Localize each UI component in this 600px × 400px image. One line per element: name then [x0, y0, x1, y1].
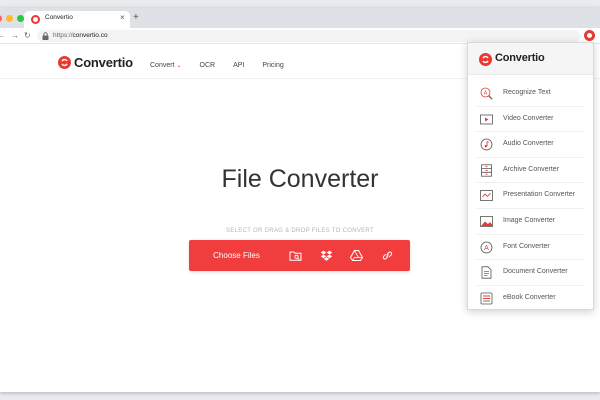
tab-close-icon[interactable]: × [120, 13, 125, 23]
nav-ocr[interactable]: OCR [200, 62, 216, 69]
lock-icon [42, 32, 49, 40]
browser-window: Convertio × + ← → ↻ https://convertio.co [0, 8, 600, 392]
presentation-icon [480, 190, 493, 202]
font-icon: A [480, 241, 493, 253]
extension-popup-menu: Convertio A Recognize Text Video Convert… [467, 42, 594, 310]
popup-logo-text: Convertio [495, 52, 545, 64]
svg-text:A: A [484, 91, 488, 97]
document-icon [481, 266, 492, 279]
convertio-favicon-icon [31, 15, 40, 24]
menu-item-label: Image Converter [503, 216, 556, 224]
menu-item-label: Presentation Converter [503, 191, 575, 199]
menu-item-label: eBook Converter [503, 293, 556, 301]
menu-item-audio-converter[interactable]: Audio Converter [476, 132, 585, 158]
menu-item-label: Document Converter [503, 268, 568, 276]
forward-button[interactable]: → [11, 30, 19, 42]
tab-strip: Convertio × + [0, 8, 600, 28]
popup-menu-list: A Recognize Text Video Converter Audio C… [468, 81, 593, 311]
menu-item-ebook-converter[interactable]: eBook Converter [476, 286, 585, 312]
menu-item-label: Recognize Text [503, 89, 551, 96]
menu-item-label: Video Converter [503, 114, 554, 122]
site-logo[interactable]: Convertio [58, 55, 133, 70]
menu-item-presentation-converter[interactable]: Presentation Converter [476, 183, 585, 209]
menu-item-image-converter[interactable]: Image Converter [476, 209, 585, 235]
url-host: convertio.co [72, 32, 108, 39]
url-text: https://convertio.co [53, 32, 108, 40]
logo-text: Convertio [74, 55, 133, 70]
image-icon [480, 216, 493, 227]
menu-item-label: Audio Converter [503, 140, 554, 148]
video-icon [480, 114, 493, 124]
tab-title: Convertio [45, 14, 73, 21]
close-window-button[interactable] [0, 15, 2, 22]
nav-pricing[interactable]: Pricing [262, 62, 283, 69]
google-drive-icon[interactable] [350, 249, 363, 262]
menu-item-archive-converter[interactable]: Archive Converter [476, 158, 585, 184]
menu-item-label: Font Converter [503, 242, 550, 250]
address-bar[interactable]: https://convertio.co [37, 30, 580, 42]
nav-convert[interactable]: Convert ⌄ [150, 62, 182, 69]
menu-item-recognize-text[interactable]: A Recognize Text [476, 81, 585, 107]
nav-convert-label: Convert [150, 62, 175, 69]
upload-bar: Choose Files [189, 240, 410, 271]
new-tab-button[interactable]: + [133, 12, 139, 24]
archive-icon [481, 164, 492, 177]
nav-api[interactable]: API [233, 62, 244, 69]
menu-item-document-converter[interactable]: Document Converter [476, 260, 585, 286]
audio-icon [480, 138, 493, 151]
convertio-extension-icon[interactable] [584, 30, 595, 41]
menu-item-label: Archive Converter [503, 165, 560, 173]
menu-item-video-converter[interactable]: Video Converter [476, 107, 585, 133]
popup-header: Convertio [468, 43, 593, 75]
url-scheme: https:// [53, 32, 73, 39]
menu-item-font-converter[interactable]: A Font Converter [476, 235, 585, 261]
ebook-icon [480, 292, 493, 305]
dropbox-icon[interactable] [320, 249, 333, 262]
convertio-logo-icon [58, 56, 71, 69]
back-button[interactable]: ← [0, 30, 5, 42]
convertio-logo-icon [479, 53, 492, 66]
window-controls [0, 15, 24, 22]
url-link-icon[interactable] [381, 249, 394, 262]
folder-search-icon[interactable] [289, 249, 302, 262]
minimize-window-button[interactable] [6, 15, 13, 22]
chevron-down-icon: ⌄ [176, 63, 182, 69]
magnifier-icon: A [480, 87, 493, 100]
svg-text:A: A [484, 245, 489, 252]
main-nav: Convert ⌄ OCR API Pricing [150, 62, 302, 69]
choose-files-button[interactable]: Choose Files [189, 240, 284, 271]
browser-tab[interactable]: Convertio × [24, 11, 130, 28]
maximize-window-button[interactable] [17, 15, 24, 22]
reload-button[interactable]: ↻ [24, 30, 31, 42]
